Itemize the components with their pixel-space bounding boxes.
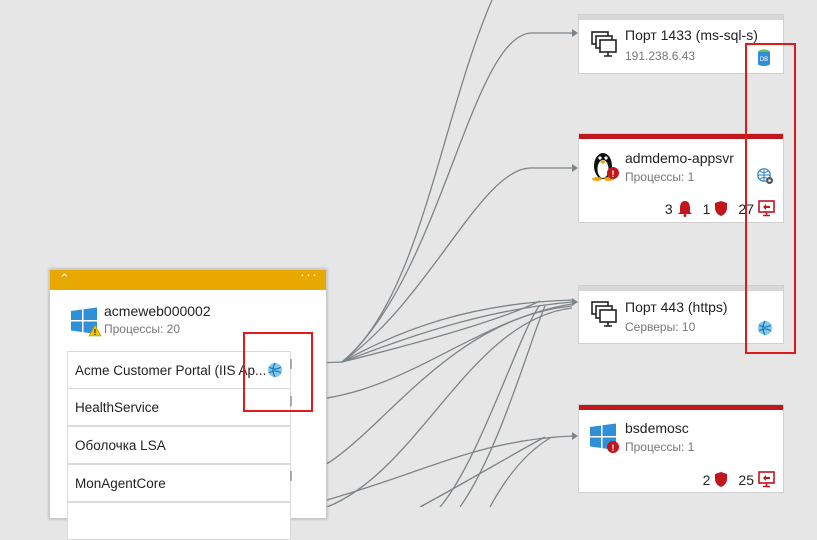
- linux-penguin-icon: !: [592, 153, 619, 181]
- node-title: admdemo-appsvr: [625, 150, 734, 166]
- group-header: ⌃ ···: [50, 266, 326, 290]
- highlight-box-node-badges: [745, 43, 796, 354]
- updates-count: 25: [738, 471, 754, 488]
- node-subtitle: Серверы: 10: [625, 320, 696, 334]
- update-monitor-icon[interactable]: [758, 471, 775, 488]
- bell-alert-icon[interactable]: [677, 200, 693, 217]
- node-subtitle: Процессы: 1: [625, 440, 695, 454]
- more-options-icon[interactable]: ···: [300, 266, 318, 283]
- connector-line: [290, 303, 573, 402]
- connector-line: [341, 0, 493, 363]
- windows-logo-icon: !: [590, 423, 619, 453]
- node-title: Порт 1433 (ms-sql-s): [625, 27, 758, 43]
- connector-line: [459, 305, 546, 507]
- process-item[interactable]: MonAgentCore: [67, 464, 291, 502]
- node-title: bsdemosc: [625, 420, 689, 436]
- connector-line: [489, 437, 551, 507]
- connector-line: [326, 307, 573, 507]
- processes-count: Процессы: 20: [104, 322, 181, 336]
- connector-line: [290, 305, 573, 477]
- node-subtitle: Процессы: 1: [625, 170, 695, 184]
- chevron-up-icon[interactable]: ⌃: [59, 271, 70, 287]
- node-subtitle: 191.238.6.43: [625, 49, 696, 63]
- connector-line: [341, 167, 572, 363]
- connector-line: [439, 304, 541, 507]
- node-title: Порт 443 (https): [625, 299, 728, 315]
- svg-text:!: !: [612, 169, 615, 179]
- process-item[interactable]: [67, 502, 291, 540]
- process-label: Оболочка LSA: [75, 438, 166, 453]
- security-count: 2: [702, 471, 711, 488]
- node-counts: 2 25: [703, 471, 775, 488]
- process-label: HealthService: [75, 400, 160, 415]
- shield-icon[interactable]: [714, 471, 728, 488]
- monitors-icon: [591, 31, 617, 57]
- security-count: 1: [702, 200, 711, 217]
- process-label: MonAgentCore: [75, 476, 166, 491]
- machine-name: acmeweb000002: [104, 303, 211, 319]
- process-label: Acme Customer Portal (IIS Ap...: [75, 363, 265, 378]
- process-item[interactable]: Оболочка LSA: [67, 426, 291, 464]
- monitors-icon: [591, 301, 617, 327]
- windows-logo-icon: !: [71, 307, 102, 337]
- shield-icon[interactable]: [714, 200, 728, 217]
- status-bar: [579, 15, 783, 20]
- bsdemosc-node[interactable]: ! bsdemosc Процессы: 1 2 25: [578, 404, 784, 493]
- svg-text:!: !: [94, 328, 97, 337]
- highlight-box-process-connectors: [243, 332, 313, 412]
- svg-text:!: !: [612, 443, 615, 453]
- connector-line: [419, 436, 546, 507]
- alert-bar: [579, 405, 783, 410]
- alerts-count: 3: [664, 200, 673, 217]
